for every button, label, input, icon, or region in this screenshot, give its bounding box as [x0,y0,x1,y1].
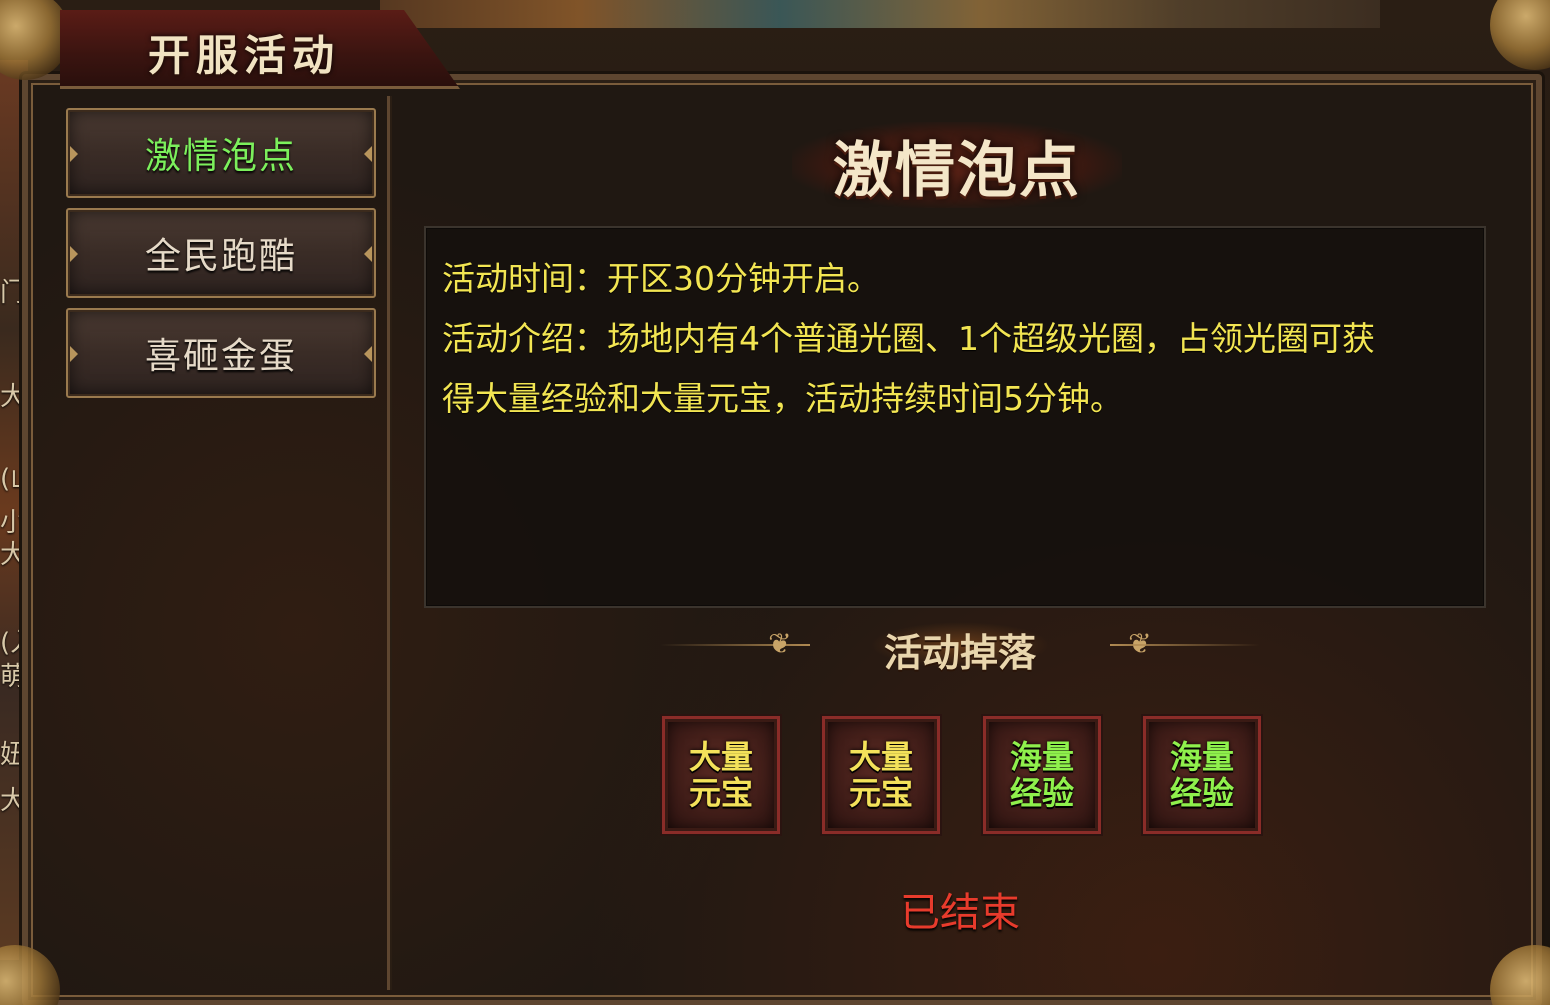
activity-intro-text: 活动介绍：场地内有4个普通光圈、1个超级光圈，占领光圈可获 [442,319,1375,358]
swirl-ornament-icon: ❦ [768,627,792,660]
reward-label: 海量 [1169,738,1234,776]
sidebar-item-label: 激情泡点 [144,136,297,177]
dragon-ornament-icon [0,0,70,80]
game-world-background-top [380,0,1380,28]
drops-title: 活动掉落 [870,622,1050,675]
activity-intro-text-continued: 得大量经验和大量元宝，活动持续时间5分钟。 [442,379,1123,418]
activity-title-banner: 激情泡点 [792,122,1122,208]
reward-label: 经验 [1009,774,1074,812]
activity-status: 已结束 [900,890,1020,936]
sidebar-item-label: 全民跑酷 [144,236,297,277]
sidebar-item-label: 喜砸金蛋 [144,336,297,377]
window-title: 开服活动 [148,31,341,80]
activity-sidebar: 激情泡点 全民跑酷 喜砸金蛋 [54,96,390,990]
game-scene: 门 大 (山 小) 大 (入 萌 妞 大 开服活动 激情泡点 全民跑酷 喜砸金蛋… [0,0,1550,1005]
drops-header: ❦ 活动掉落 ❦ [660,612,1260,676]
reward-item-experience[interactable]: 海量 经验 [983,716,1101,834]
reward-label: 大量 [848,738,913,776]
activity-title: 激情泡点 [833,135,1081,206]
sidebar-item-passion-bubble[interactable]: 激情泡点 [66,108,376,198]
activity-time-text: 活动时间：开区30分钟开启。 [442,259,880,298]
divider [1110,644,1260,646]
reward-label: 元宝 [848,774,913,812]
reward-label: 海量 [1009,738,1074,776]
reward-label: 元宝 [688,774,753,812]
reward-label: 大量 [688,738,753,776]
activity-description-box: 活动时间：开区30分钟开启。 活动介绍：场地内有4个普通光圈、1个超级光圈，占领… [424,226,1486,608]
reward-label: 经验 [1169,774,1234,812]
sidebar-item-parkour[interactable]: 全民跑酷 [66,208,376,298]
dragon-ornament-icon [1490,0,1550,70]
sidebar-item-golden-egg[interactable]: 喜砸金蛋 [66,308,376,398]
reward-item-experience[interactable]: 海量 经验 [1143,716,1261,834]
reward-item-yuanbao[interactable]: 大量 元宝 [822,716,940,834]
reward-item-yuanbao[interactable]: 大量 元宝 [662,716,780,834]
